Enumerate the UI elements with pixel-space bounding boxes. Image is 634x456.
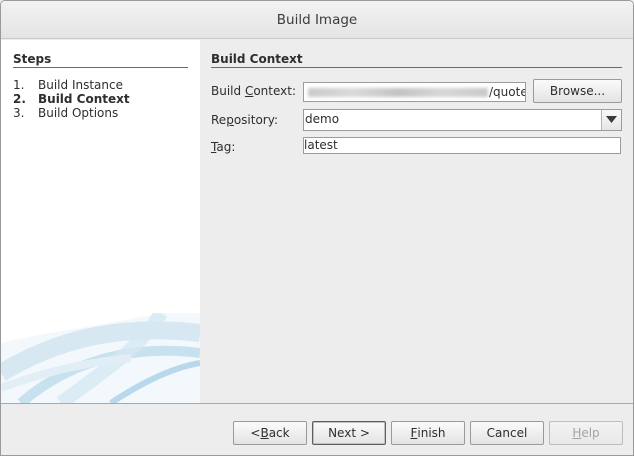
browse-button[interactable]: Browse... bbox=[533, 79, 622, 103]
step-number: 3. bbox=[13, 106, 25, 120]
step-label: Build Context bbox=[38, 92, 130, 106]
title-bar[interactable]: Build Image bbox=[1, 1, 633, 39]
finish-button[interactable]: Finish bbox=[391, 421, 465, 445]
step-number: 1. bbox=[13, 78, 25, 92]
tag-field[interactable]: latest bbox=[303, 137, 621, 154]
tag-label: Tag: bbox=[211, 140, 236, 154]
back-button[interactable]: < Back bbox=[233, 421, 307, 445]
redacted-path bbox=[308, 88, 488, 97]
step-label: Build Options bbox=[38, 106, 119, 120]
step-build-options: 3. Build Options bbox=[13, 106, 118, 120]
repository-value: demo bbox=[305, 112, 340, 126]
page-title: Build Context bbox=[211, 52, 622, 68]
help-button[interactable]: Help bbox=[549, 421, 623, 445]
build-context-field[interactable]: /quote bbox=[303, 82, 526, 102]
repository-label: Repository: bbox=[211, 113, 278, 127]
cancel-button[interactable]: Cancel bbox=[470, 421, 544, 445]
button-bar-separator bbox=[1, 403, 633, 404]
steps-heading: Steps bbox=[13, 52, 188, 68]
repository-combobox[interactable]: demo bbox=[303, 109, 622, 131]
next-button[interactable]: Next > bbox=[312, 421, 386, 445]
window-title: Build Image bbox=[276, 11, 358, 28]
repository-dropdown-button[interactable] bbox=[601, 110, 621, 130]
build-context-label: Build Context: bbox=[211, 84, 297, 98]
step-build-context: 2. Build Context bbox=[13, 92, 130, 106]
build-image-dialog: Build Image Steps 1. Build Instance 2. Bui… bbox=[0, 0, 634, 456]
step-label: Build Instance bbox=[38, 78, 123, 92]
step-build-instance: 1. Build Instance bbox=[13, 78, 123, 92]
step-number: 2. bbox=[13, 92, 26, 106]
build-context-page: Build Context Build Context: /quote Brow… bbox=[200, 40, 633, 403]
chevron-down-icon bbox=[606, 116, 617, 123]
wizard-decoration-graphic bbox=[1, 313, 200, 403]
steps-panel: Steps 1. Build Instance 2. Build Context 3… bbox=[1, 40, 200, 403]
